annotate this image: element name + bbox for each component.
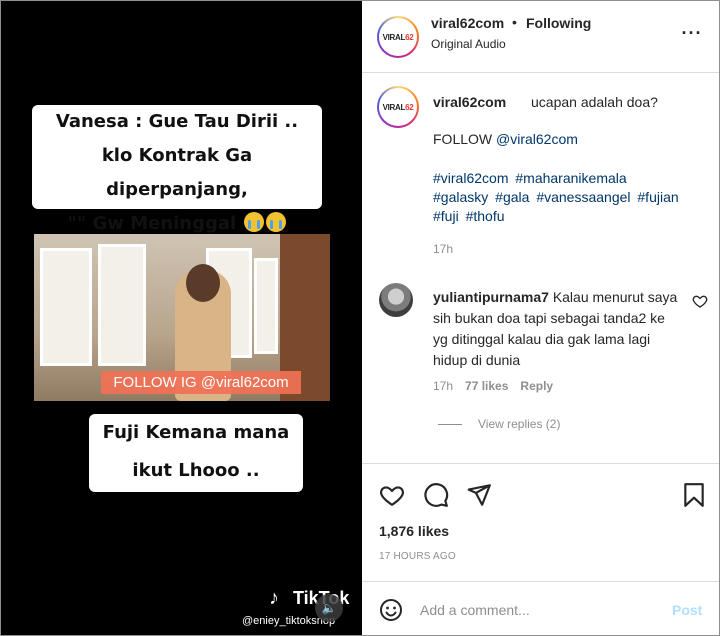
hashtag-link[interactable]: #thofu: [466, 208, 505, 224]
caption-avatar[interactable]: VIRAL62: [377, 86, 419, 128]
audio-link[interactable]: Original Audio: [431, 37, 506, 51]
caption-text: ucapan adalah doa?: [531, 94, 658, 110]
caption-bottom-line-2: ikut Lhooo ..: [132, 460, 260, 481]
shelf: [254, 258, 278, 354]
shelf: [98, 244, 146, 366]
comment-username[interactable]: yuliantipurnama7: [433, 289, 549, 305]
person-head: [186, 264, 220, 302]
hashtag-link[interactable]: #fujian: [637, 189, 678, 205]
bookmark-icon[interactable]: [681, 482, 707, 508]
viral62-logo: VIRAL62: [382, 102, 414, 112]
header-separator: •: [512, 14, 517, 30]
hashtag-link[interactable]: #gala: [495, 189, 529, 205]
hashtag-link[interactable]: #fuji: [433, 208, 459, 224]
header-username[interactable]: viral62com: [431, 15, 504, 31]
caption-follow-line: FOLLOW @viral62com: [433, 131, 578, 147]
comment-meta: 17h 77 likes Reply: [433, 379, 553, 393]
comment-bar: Post: [362, 581, 719, 635]
action-bar: [362, 463, 719, 523]
video-player[interactable]: Vanesa : Gue Tau Dirii .. klo Kontrak Ga…: [1, 1, 362, 635]
comment-timestamp[interactable]: 17h: [433, 379, 453, 393]
more-horizontal-icon[interactable]: ···: [680, 21, 704, 45]
post-header: VIRAL62 viral62com • Following Original …: [362, 1, 719, 73]
avatar[interactable]: VIRAL62: [377, 16, 419, 58]
hashtag-link[interactable]: #vanessaangel: [536, 189, 630, 205]
tiktok-logo-icon: ♪: [269, 587, 279, 609]
share-icon[interactable]: [466, 482, 492, 508]
video-caption-bottom: Fuji Kemana mana ikut Lhooo ..: [89, 414, 303, 492]
caption-timestamp[interactable]: 17h: [433, 242, 453, 256]
comment-item: yuliantipurnama7 Kalau menurut saya sih …: [433, 287, 683, 371]
comment-likes[interactable]: 77 likes: [465, 379, 508, 393]
shelf: [40, 248, 92, 366]
hashtag-link[interactable]: #maharanikemala: [515, 170, 626, 186]
comment-input[interactable]: [420, 596, 660, 624]
reply-button[interactable]: Reply: [520, 379, 553, 393]
caption-bottom-line-1: Fuji Kemana mana: [102, 422, 290, 443]
caption-line-3-text: "" Gw Meninggal: [67, 213, 237, 234]
viral62-logo: VIRAL62: [382, 32, 414, 42]
caption-line-1: Vanesa : Gue Tau Dirii ..: [55, 111, 299, 132]
video-watermark: FOLLOW IG @viral62com: [101, 371, 301, 394]
hashtag-link[interactable]: #viral62com: [433, 170, 508, 186]
following-button[interactable]: Following: [526, 15, 591, 31]
caption-username[interactable]: viral62com: [433, 94, 506, 110]
instagram-post-window: Vanesa : Gue Tau Dirii .. klo Kontrak Ga…: [0, 0, 720, 636]
emoji-smile-icon[interactable]: [379, 598, 403, 622]
post-panel: VIRAL62 viral62com • Following Original …: [362, 1, 719, 635]
crying-emoji-icon: [266, 212, 287, 232]
crying-emoji-icon: [244, 212, 265, 232]
speaker-icon[interactable]: 🔈: [315, 594, 343, 622]
mention-link[interactable]: @viral62com: [496, 131, 578, 147]
heart-icon[interactable]: [692, 293, 708, 309]
hashtag-list: #viral62com #maharanikemala #galasky #ga…: [433, 169, 703, 226]
view-replies-button[interactable]: View replies (2): [438, 417, 560, 431]
hashtag-link[interactable]: #galasky: [433, 189, 488, 205]
comment-icon[interactable]: [423, 482, 449, 508]
follow-prefix: FOLLOW: [433, 131, 497, 147]
replies-rule: [438, 423, 462, 425]
view-replies-label: View replies (2): [478, 417, 561, 431]
heart-icon[interactable]: [379, 482, 405, 508]
post-button[interactable]: Post: [672, 602, 702, 618]
post-timestamp[interactable]: 17 HOURS AGO: [379, 551, 456, 562]
likes-count[interactable]: 1,876 likes: [379, 523, 449, 539]
video-caption-top: Vanesa : Gue Tau Dirii .. klo Kontrak Ga…: [32, 105, 322, 234]
avatar[interactable]: [379, 283, 413, 317]
caption-line-2: klo Kontrak Ga diperpanjang,: [101, 145, 253, 200]
